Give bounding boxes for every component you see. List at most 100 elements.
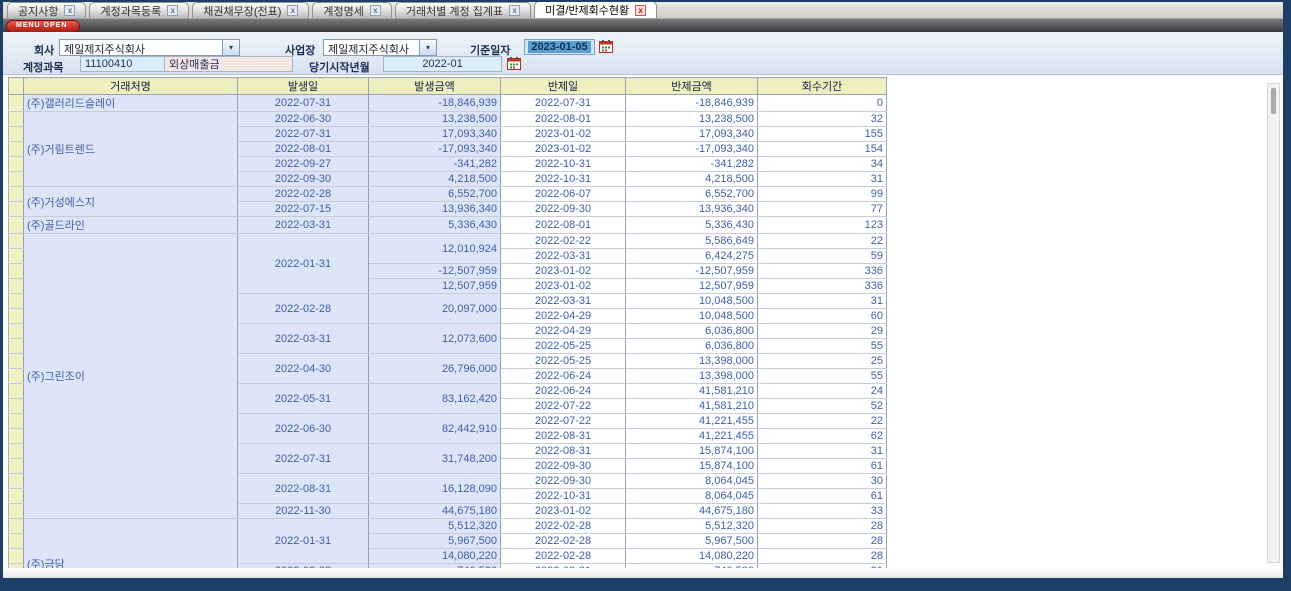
row-header-cell[interactable] (9, 399, 24, 414)
occur-amount-cell[interactable]: -12,507,959 (369, 264, 501, 279)
close-icon[interactable]: x (635, 5, 646, 16)
column-header-occur-date[interactable]: 발생일 (238, 78, 369, 95)
repay-amount-cell[interactable]: 8,064,045 (626, 489, 758, 504)
repay-date-cell[interactable]: 2022-03-31 (501, 294, 626, 309)
occur-amount-cell[interactable]: 14,080,220 (369, 549, 501, 564)
occur-date-cell[interactable]: 2022-01-31 (238, 519, 369, 564)
row-header-cell[interactable] (9, 549, 24, 564)
row-header-cell[interactable] (9, 234, 24, 249)
row-header-cell[interactable] (9, 279, 24, 294)
close-icon[interactable]: x (64, 5, 75, 16)
occur-amount-cell[interactable]: 6,552,700 (369, 187, 501, 202)
close-icon[interactable]: x (370, 5, 381, 16)
close-icon[interactable]: x (509, 5, 520, 16)
occur-amount-cell[interactable]: 83,162,420 (369, 384, 501, 414)
repay-date-cell[interactable]: 2022-07-22 (501, 399, 626, 414)
column-header-collect-days[interactable]: 회수기간 (758, 78, 887, 95)
repay-amount-cell[interactable]: 5,586,649 (626, 234, 758, 249)
calendar-icon[interactable] (599, 40, 613, 53)
collect-days-cell[interactable]: 24 (758, 384, 887, 399)
repay-amount-cell[interactable]: 13,398,000 (626, 369, 758, 384)
repay-date-cell[interactable]: 2022-06-07 (501, 187, 626, 202)
row-header-cell[interactable] (9, 249, 24, 264)
row-header-cell[interactable] (9, 369, 24, 384)
repay-date-cell[interactable]: 2022-05-25 (501, 354, 626, 369)
repay-date-cell[interactable]: 2022-08-31 (501, 429, 626, 444)
collect-days-cell[interactable]: 34 (758, 157, 887, 172)
repay-date-cell[interactable]: 2022-10-31 (501, 157, 626, 172)
repay-date-cell[interactable]: 2023-01-02 (501, 504, 626, 519)
collect-days-cell[interactable]: 33 (758, 504, 887, 519)
collect-days-cell[interactable]: 62 (758, 429, 887, 444)
row-header-cell[interactable] (9, 459, 24, 474)
row-header-cell[interactable] (9, 309, 24, 324)
collect-days-cell[interactable]: 31 (758, 294, 887, 309)
collect-days-cell[interactable]: 60 (758, 309, 887, 324)
row-header-cell[interactable] (9, 354, 24, 369)
occur-date-cell[interactable]: 2022-07-31 (238, 95, 369, 112)
repay-amount-cell[interactable]: 41,581,210 (626, 399, 758, 414)
repay-date-cell[interactable]: 2023-01-02 (501, 279, 626, 294)
customer-cell[interactable]: (주)거성에스지 (24, 187, 238, 217)
occur-amount-cell[interactable]: -341,282 (369, 157, 501, 172)
occur-amount-cell[interactable]: 16,128,090 (369, 474, 501, 504)
account-name-input[interactable]: 외상매출금 (164, 56, 293, 72)
period-start-input[interactable]: 2022-01 (383, 56, 502, 72)
occur-amount-cell[interactable]: 5,512,320 (369, 519, 501, 534)
column-header-occur-amount[interactable]: 발생금액 (369, 78, 501, 95)
repay-date-cell[interactable]: 2022-09-30 (501, 459, 626, 474)
occur-date-cell[interactable]: 2022-03-31 (238, 324, 369, 354)
chevron-down-icon[interactable]: ▾ (419, 40, 436, 55)
occur-date-cell[interactable]: 2022-11-30 (238, 504, 369, 519)
calendar-icon[interactable] (507, 57, 521, 70)
occur-date-cell[interactable]: 2022-07-31 (238, 444, 369, 474)
tab-receivable-ledger[interactable]: 채권채무장(전표) x (192, 2, 309, 18)
row-header-cell[interactable] (9, 264, 24, 279)
customer-cell[interactable]: (주)골드라인 (24, 217, 238, 234)
repay-date-cell[interactable]: 2023-01-02 (501, 127, 626, 142)
occur-date-cell[interactable]: 2022-01-31 (238, 234, 369, 294)
column-header-repay-amount[interactable]: 반제금액 (626, 78, 758, 95)
row-header-cell[interactable] (9, 429, 24, 444)
collect-days-cell[interactable]: 55 (758, 369, 887, 384)
row-header-cell[interactable] (9, 384, 24, 399)
row-header-cell[interactable] (9, 187, 24, 202)
occur-date-cell[interactable]: 2022-03-31 (238, 217, 369, 234)
vertical-scrollbar[interactable] (1267, 83, 1280, 563)
repay-date-cell[interactable]: 2023-01-02 (501, 264, 626, 279)
site-select[interactable]: 제일제지주식회사 ▾ (323, 39, 437, 56)
occur-amount-cell[interactable]: 5,967,500 (369, 534, 501, 549)
collect-days-cell[interactable]: 155 (758, 127, 887, 142)
row-header-cell[interactable] (9, 157, 24, 172)
row-header-cell[interactable] (9, 202, 24, 217)
customer-cell[interactable]: (주)거림트렌드 (24, 112, 238, 187)
repay-amount-cell[interactable]: 6,036,800 (626, 324, 758, 339)
repay-date-cell[interactable]: 2022-04-29 (501, 309, 626, 324)
collect-days-cell[interactable]: 29 (758, 324, 887, 339)
repay-date-cell[interactable]: 2022-09-30 (501, 202, 626, 217)
occur-date-cell[interactable]: 2022-06-30 (238, 414, 369, 444)
collect-days-cell[interactable]: 123 (758, 217, 887, 234)
tab-account-register[interactable]: 계정과목등록 x (89, 2, 189, 18)
collect-days-cell[interactable]: 336 (758, 264, 887, 279)
repay-date-cell[interactable]: 2022-02-28 (501, 534, 626, 549)
repay-amount-cell[interactable]: -12,507,959 (626, 264, 758, 279)
row-header-cell[interactable] (9, 217, 24, 234)
row-header-cell[interactable] (9, 127, 24, 142)
collect-days-cell[interactable]: 28 (758, 534, 887, 549)
row-header-cell[interactable] (9, 324, 24, 339)
repay-amount-cell[interactable]: 13,936,340 (626, 202, 758, 217)
repay-amount-cell[interactable]: 8,064,045 (626, 474, 758, 489)
repay-amount-cell[interactable]: 5,512,320 (626, 519, 758, 534)
collect-days-cell[interactable]: 30 (758, 474, 887, 489)
occur-amount-cell[interactable]: 12,507,959 (369, 279, 501, 294)
row-header-cell[interactable] (9, 294, 24, 309)
repay-amount-cell[interactable]: 10,048,500 (626, 309, 758, 324)
collect-days-cell[interactable]: 99 (758, 187, 887, 202)
repay-amount-cell[interactable]: 14,080,220 (626, 549, 758, 564)
occur-amount-cell[interactable]: 12,010,924 (369, 234, 501, 264)
collect-days-cell[interactable]: 28 (758, 519, 887, 534)
occur-amount-cell[interactable]: -17,093,340 (369, 142, 501, 157)
repay-date-cell[interactable]: 2022-10-31 (501, 489, 626, 504)
occur-date-cell[interactable]: 2022-07-31 (238, 127, 369, 142)
